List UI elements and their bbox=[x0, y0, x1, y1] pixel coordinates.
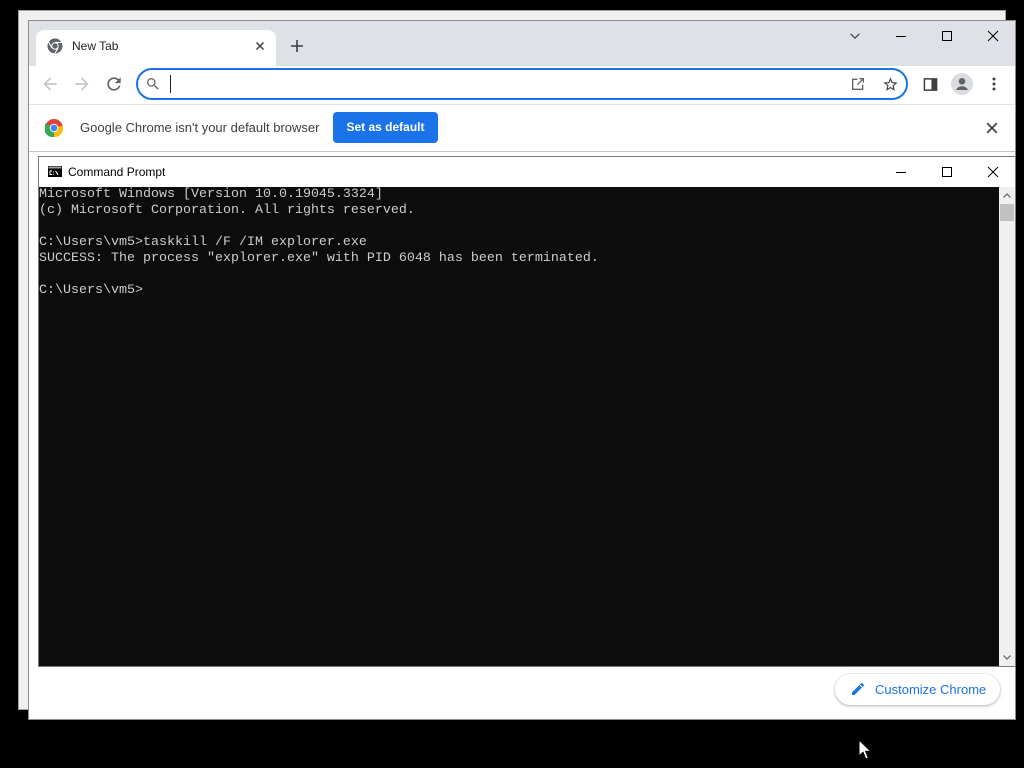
more-vert-icon bbox=[986, 76, 1002, 92]
customize-chrome-label: Customize Chrome bbox=[875, 682, 987, 697]
maximize-icon bbox=[941, 166, 953, 178]
text-caret bbox=[170, 75, 171, 93]
reload-icon bbox=[104, 74, 124, 94]
infobar-close-button[interactable] bbox=[980, 116, 1004, 140]
console-line: SUCCESS: The process "explorer.exe" with… bbox=[39, 251, 599, 266]
scrollbar-thumb[interactable] bbox=[1000, 204, 1014, 221]
new-tab-button[interactable] bbox=[283, 32, 311, 60]
maximize-button[interactable] bbox=[924, 21, 970, 50]
vertical-scrollbar[interactable] bbox=[999, 187, 1015, 666]
minimize-button[interactable] bbox=[878, 21, 924, 50]
omnibox[interactable] bbox=[136, 68, 908, 100]
chevron-down-icon bbox=[848, 29, 862, 43]
tab-title: New Tab bbox=[72, 39, 119, 53]
arrow-right-icon bbox=[72, 74, 92, 94]
infobar-message: Google Chrome isn't your default browser bbox=[80, 120, 320, 135]
close-icon bbox=[987, 30, 999, 42]
arrow-left-icon bbox=[40, 74, 60, 94]
console-output[interactable]: Microsoft Windows [Version 10.0.19045.33… bbox=[39, 187, 999, 666]
chrome-logo-icon bbox=[45, 119, 63, 137]
console-line: (c) Microsoft Corporation. All rights re… bbox=[39, 203, 415, 218]
side-panel-button[interactable] bbox=[916, 70, 944, 98]
close-icon bbox=[987, 166, 999, 178]
customize-chrome-button[interactable]: Customize Chrome bbox=[835, 674, 1000, 705]
chevron-down-icon bbox=[1003, 655, 1011, 660]
cmd-maximize-button[interactable] bbox=[924, 157, 970, 187]
scroll-down-button[interactable] bbox=[999, 649, 1015, 666]
chrome-icon bbox=[47, 38, 63, 54]
pencil-icon bbox=[850, 681, 866, 697]
console-prompt-line: C:\Users\vm5> bbox=[39, 283, 143, 298]
close-icon bbox=[985, 121, 999, 135]
share-icon[interactable] bbox=[850, 76, 866, 92]
profile-button[interactable] bbox=[948, 70, 976, 98]
menu-button[interactable] bbox=[980, 70, 1008, 98]
profile-icon bbox=[951, 73, 973, 95]
cmd-icon bbox=[48, 166, 62, 177]
star-icon[interactable] bbox=[882, 76, 898, 92]
back-button[interactable] bbox=[36, 70, 64, 98]
command-prompt-window: Command Prompt Microsoft Windows [Versio… bbox=[38, 156, 1016, 667]
tab-search-button[interactable] bbox=[832, 21, 878, 50]
console-line: C:\Users\vm5>taskkill /F /IM explorer.ex… bbox=[39, 235, 367, 250]
close-icon[interactable] bbox=[252, 38, 268, 54]
address-input[interactable] bbox=[168, 74, 828, 94]
toolbar bbox=[29, 66, 1015, 104]
search-icon bbox=[145, 76, 161, 92]
tab-new-tab[interactable]: New Tab bbox=[36, 30, 276, 66]
forward-button[interactable] bbox=[68, 70, 96, 98]
reload-button[interactable] bbox=[100, 70, 128, 98]
default-browser-infobar: Google Chrome isn't your default browser… bbox=[29, 104, 1015, 152]
mouse-cursor-icon bbox=[858, 739, 872, 761]
cmd-titlebar[interactable]: Command Prompt bbox=[39, 157, 1015, 187]
cmd-title: Command Prompt bbox=[68, 165, 166, 179]
cmd-close-button[interactable] bbox=[970, 157, 1015, 187]
desktop: { "chrome": { "tab": { "title": "New Tab… bbox=[0, 0, 1024, 768]
side-panel-icon bbox=[923, 77, 938, 92]
minimize-icon bbox=[895, 166, 907, 178]
close-window-button[interactable] bbox=[970, 21, 1015, 50]
set-as-default-button[interactable]: Set as default bbox=[333, 112, 438, 143]
cmd-minimize-button[interactable] bbox=[878, 157, 924, 187]
plus-icon bbox=[289, 38, 305, 54]
chevron-up-icon bbox=[1003, 193, 1011, 198]
console-line: Microsoft Windows [Version 10.0.19045.33… bbox=[39, 187, 383, 202]
minimize-icon bbox=[895, 30, 907, 42]
scroll-up-button[interactable] bbox=[999, 187, 1015, 204]
maximize-icon bbox=[941, 30, 953, 42]
tab-strip: New Tab bbox=[29, 21, 1015, 66]
